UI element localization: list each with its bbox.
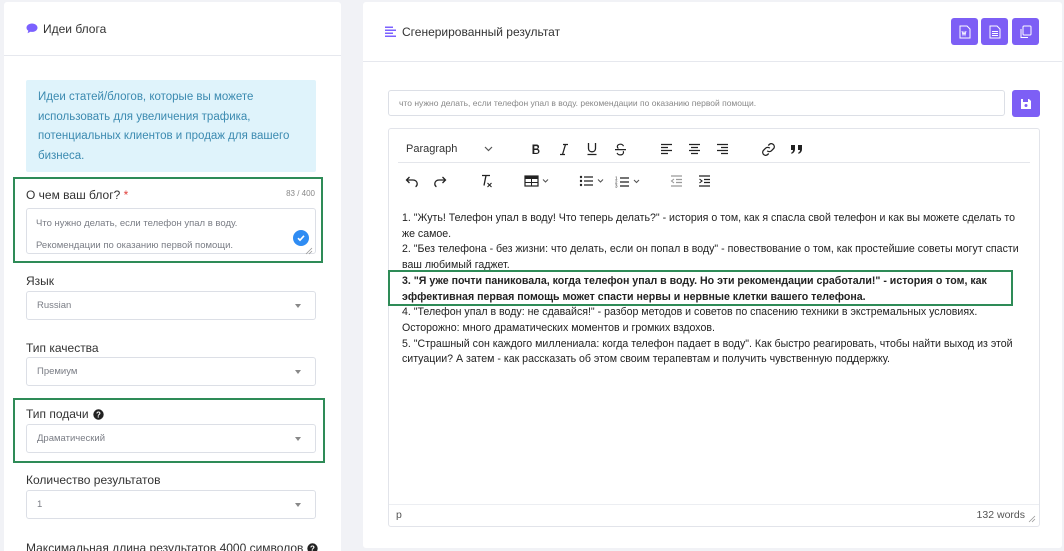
align-center-icon[interactable] — [680, 137, 708, 161]
tone-label: Тип подачи ? — [26, 407, 104, 421]
panel-header: Идеи блога — [4, 2, 341, 56]
svg-text:?: ? — [96, 410, 101, 419]
quality-label: Тип качества — [26, 341, 99, 355]
align-left-icon[interactable] — [652, 137, 680, 161]
outdent-icon[interactable] — [662, 169, 690, 193]
resize-handle-icon[interactable] — [1028, 515, 1036, 523]
language-value: Russian — [37, 300, 72, 311]
paragraph-select[interactable]: Paragraph — [398, 138, 499, 160]
word-count: 132 words — [976, 509, 1025, 521]
tone-select[interactable]: Драматический — [26, 424, 316, 453]
panel-title: Идеи блога — [43, 21, 107, 36]
undo-icon[interactable] — [398, 169, 426, 193]
help-icon[interactable]: ? — [92, 408, 104, 420]
quality-select[interactable]: Премиум — [26, 357, 316, 386]
italic-icon[interactable] — [550, 137, 578, 161]
chevron-down-icon — [295, 503, 301, 507]
topic-textarea[interactable]: Что нужно делать, если телефон упал в во… — [26, 208, 316, 254]
panel-title: Сгенерированный результат — [402, 24, 561, 39]
result-item-4: 4. "Телефон упал в воду: не сдавайся!" -… — [402, 306, 978, 334]
help-icon[interactable]: ? — [307, 542, 319, 551]
resize-handle-icon[interactable] — [305, 242, 313, 255]
char-counter: 83 / 400 — [286, 189, 315, 198]
align-right-icon[interactable] — [708, 137, 736, 161]
toolbar-divider — [398, 162, 1030, 163]
chat-bubble-icon — [26, 23, 38, 34]
language-select[interactable]: Russian — [26, 291, 316, 320]
result-panel: Сгенерированный результат что нужно дела… — [363, 2, 1062, 548]
result-item-5: 5. "Страшный сон каждого миллениала: ког… — [402, 337, 1013, 366]
save-button[interactable] — [1012, 90, 1040, 117]
bold-icon[interactable] — [522, 137, 550, 161]
floppy-disk-icon — [1021, 98, 1031, 109]
count-label: Количество результатов — [26, 473, 161, 487]
info-box: Идеи статей/блогов, которые вы можете ис… — [26, 80, 316, 172]
topic-label: О чем ваш блог? * — [26, 188, 129, 202]
text-file-icon — [989, 25, 1000, 38]
chevron-down-icon — [484, 146, 493, 152]
count-value: 1 — [37, 499, 43, 510]
topic-line-1: Что нужно делать, если телефон упал в во… — [36, 218, 238, 229]
blog-ideas-panel: Идеи блога Идеи статей/блогов, которые в… — [4, 2, 341, 551]
result-highlight — [388, 270, 1013, 306]
chevron-down-icon — [295, 370, 301, 374]
underline-icon[interactable] — [578, 137, 606, 161]
link-icon[interactable] — [754, 137, 782, 161]
chevron-down-icon — [295, 437, 301, 441]
maxlen-label: Максимальная длина результатов 4000 симв… — [26, 541, 319, 551]
topic-line-2: Рекомендации по оказанию первой помощи. — [36, 240, 234, 251]
prompt-input[interactable]: что нужно делать, если телефон упал в во… — [388, 90, 1005, 116]
copy-icon — [1020, 25, 1032, 38]
strikethrough-icon[interactable] — [606, 137, 634, 161]
indent-icon[interactable] — [690, 169, 718, 193]
word-file-icon — [959, 25, 970, 38]
required-mark: * — [123, 188, 129, 202]
paragraph-label: Paragraph — [406, 143, 458, 155]
redo-icon[interactable] — [426, 169, 454, 193]
toolbar-row-1: Paragraph — [398, 136, 810, 162]
blockquote-icon[interactable] — [782, 137, 810, 161]
table-icon[interactable] — [518, 169, 556, 193]
svg-text:3: 3 — [615, 183, 618, 188]
chevron-down-icon — [295, 304, 301, 308]
bullet-list-icon[interactable] — [574, 169, 610, 193]
element-path[interactable]: p — [396, 509, 402, 521]
result-item-1: 1. "Жуть! Телефон упал в воду! Что тепер… — [402, 212, 1015, 240]
svg-text:?: ? — [310, 544, 315, 551]
count-select[interactable]: 1 — [26, 490, 316, 519]
status-bar: p 132 words — [389, 504, 1039, 526]
toolbar-row-2: 123 — [398, 168, 718, 194]
tone-value: Драматический — [37, 433, 106, 444]
export-text-button[interactable] — [981, 18, 1008, 45]
align-left-icon — [385, 26, 397, 37]
quality-value: Премиум — [37, 366, 78, 377]
rich-text-editor[interactable]: Paragraph 123 1. "Жуть! Телефон упал в в… — [388, 128, 1040, 527]
export-word-button[interactable] — [951, 18, 978, 45]
language-label: Язык — [26, 274, 55, 288]
copy-button[interactable] — [1012, 18, 1039, 45]
numbered-list-icon[interactable]: 123 — [610, 169, 646, 193]
clear-formatting-icon[interactable] — [472, 169, 500, 193]
